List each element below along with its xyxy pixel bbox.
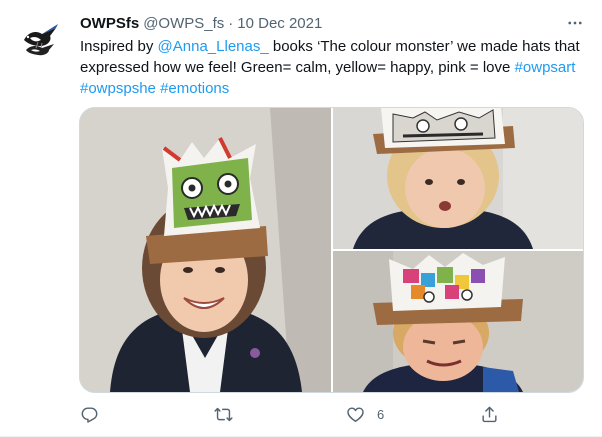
avatar[interactable] [16, 14, 65, 63]
mention-link[interactable]: @Anna_Llenas_ [158, 38, 269, 55]
tweet-actions: 6 [80, 402, 588, 426]
more-dots-icon [568, 21, 582, 25]
user-handle[interactable]: @OWPS_fs [143, 15, 224, 32]
photo-girl-green-monster-hat[interactable] [80, 108, 331, 392]
reply-icon [81, 406, 98, 423]
tweet-text: Inspired by @Anna_Llenas_ books ‘The col… [80, 36, 588, 99]
retweet-button[interactable] [214, 402, 233, 426]
tweet[interactable]: OWPSfs @OWPS_fs · 10 Dec 2021 Inspired b… [0, 0, 602, 437]
heart-icon [347, 406, 364, 422]
tweet-header: OWPSfs @OWPS_fs · 10 Dec 2021 [80, 12, 586, 34]
more-options-button[interactable] [564, 12, 586, 34]
photo-child-monster-hat-closeup[interactable] [333, 108, 583, 249]
share-button[interactable] [480, 402, 499, 426]
magpie-logo-icon [16, 14, 65, 63]
media-grid [79, 107, 584, 393]
photo-boy-colourful-monster-hat[interactable] [333, 251, 583, 392]
hashtag-link[interactable]: #emotions [160, 80, 229, 97]
text-segment: Inspired by [80, 38, 158, 55]
like-button[interactable]: 6 [346, 402, 384, 426]
like-count: 6 [377, 406, 385, 422]
retweet-icon [214, 407, 233, 421]
tweet-date[interactable]: 10 Dec 2021 [237, 15, 322, 32]
hashtag-link[interactable]: #owpspshe [80, 80, 156, 97]
hashtag-link[interactable]: #owpsart [515, 59, 576, 76]
share-icon [482, 406, 497, 422]
separator-dot: · [228, 14, 234, 32]
display-name[interactable]: OWPSfs [80, 15, 139, 32]
reply-button[interactable] [80, 402, 99, 426]
